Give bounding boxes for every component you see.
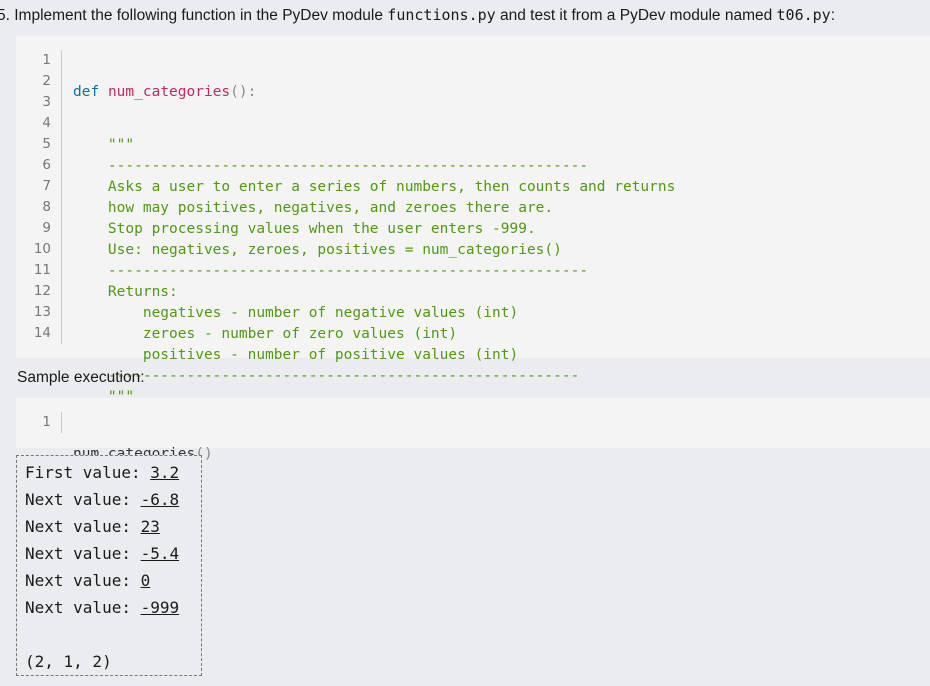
console-prompt-list: First value: 3.2 Next value: -6.8 Next val…: [25, 462, 201, 624]
def-parens: ():: [230, 84, 257, 100]
function-code-block: 1 2 3 4 5 6 7 8 9 10 11 12 13 14 def num_categories()…: [16, 36, 930, 405]
line-number: 1: [42, 414, 51, 430]
console-line: Next value: -5.4: [25, 543, 201, 570]
console-user-input: -6.8: [140, 490, 180, 509]
console-user-input: 23: [140, 517, 160, 536]
console-line: Next value: -999: [25, 597, 201, 624]
console-user-input: -999: [140, 598, 180, 617]
docstring-line: zeroes - number of zero values (int): [73, 326, 458, 342]
test-filename: t06.py: [776, 6, 831, 24]
line-number: 9: [42, 220, 51, 236]
heading-suffix: :: [830, 7, 836, 24]
function-code: def num_categories(): """ --------------…: [73, 50, 675, 405]
docstring-line: ----------------------------------------…: [73, 368, 580, 384]
console-user-input: 0: [140, 571, 151, 590]
sample-line-number-gutter: 1: [16, 412, 62, 433]
docstring: """ ------------------------------------…: [73, 135, 675, 405]
line-number: 11: [33, 262, 51, 278]
line-number: 4: [42, 115, 51, 131]
docstring-line: Use: negatives, zeroes, positives = num_…: [73, 242, 562, 258]
line-number-gutter: 1 2 3 4 5 6 7 8 9 10 11 12 13 14: [16, 50, 62, 344]
docstring-line: """: [73, 137, 135, 153]
console-prompt-label: Next value:: [25, 571, 141, 590]
line-number: 5: [42, 136, 51, 152]
docstring-line: ----------------------------------------…: [73, 263, 589, 279]
docstring-line: ----------------------------------------…: [73, 158, 589, 174]
sample-execution-label: Sample execution:: [17, 369, 145, 386]
docstring-line: Asks a user to enter a series of numbers…: [73, 179, 676, 195]
console-prompt-label: First value:: [25, 463, 151, 482]
line-number: 14: [33, 325, 51, 341]
console-line: Next value: 23: [25, 516, 201, 543]
module-filename: functions.py: [387, 6, 496, 24]
console-prompt-label: Next value:: [25, 490, 141, 509]
line-number: 3: [42, 94, 51, 110]
console-prompt-label: Next value:: [25, 517, 141, 536]
console-line: First value: 3.2: [25, 462, 201, 489]
console-line: Next value: -6.8: [25, 489, 201, 516]
console-user-input: 3.2: [150, 463, 180, 482]
docstring-line: positives - number of positive values (i…: [73, 347, 519, 363]
console-result: (2, 1, 2): [25, 652, 112, 671]
console-line: Next value: 0: [25, 570, 201, 597]
console-prompt-label: Next value:: [25, 598, 141, 617]
function-name: num_categories: [107, 84, 231, 100]
console-prompt-label: Next value:: [25, 544, 141, 563]
sample-code-block: 1 num_categories(): [16, 398, 930, 462]
heading-prefix: 5. Implement the following function in t…: [0, 7, 388, 24]
console-user-input: -5.4: [140, 544, 180, 563]
line-number: 13: [33, 304, 51, 320]
docstring-line: how may positives, negatives, and zeroes…: [73, 200, 554, 216]
def-line: def num_categories():: [73, 82, 675, 103]
line-number: 12: [33, 283, 51, 299]
line-number: 2: [42, 73, 51, 89]
line-number: 8: [42, 199, 51, 215]
line-number: 6: [42, 157, 51, 173]
heading-middle: and test it from a PyDev module named: [495, 7, 777, 24]
line-number: 1: [42, 52, 51, 68]
docstring-line: negatives - number of negative values (i…: [73, 305, 519, 321]
docstring-line: Returns:: [73, 284, 178, 300]
def-keyword: def: [73, 84, 100, 100]
docstring-line: Stop processing values when the user ent…: [73, 221, 536, 237]
line-number: 10: [33, 241, 51, 257]
line-number: 7: [42, 178, 51, 194]
question-heading: 5. Implement the following function in t…: [0, 6, 835, 25]
console-output: First value: 3.2 Next value: -6.8 Next val…: [16, 455, 202, 676]
